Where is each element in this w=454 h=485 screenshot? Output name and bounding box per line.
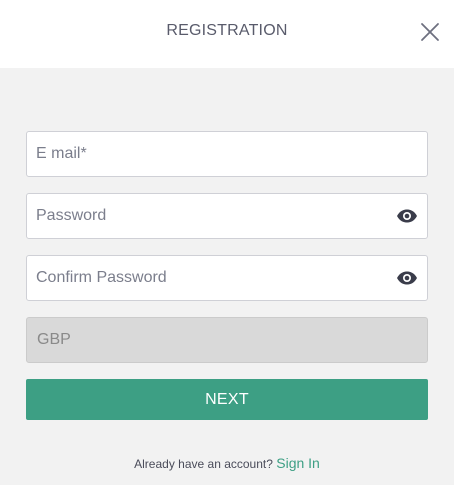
eye-icon[interactable] bbox=[396, 209, 418, 223]
email-field[interactable] bbox=[27, 132, 427, 176]
sign-in-link[interactable]: Sign In bbox=[276, 455, 320, 471]
confirm-password-field[interactable] bbox=[27, 256, 427, 300]
currency-field: GBP bbox=[26, 317, 428, 363]
registration-modal: REGISTRATION GBP NEXT Already have an ac… bbox=[0, 0, 454, 485]
close-icon bbox=[421, 23, 439, 41]
sign-in-prompt-text: Already have an account? bbox=[134, 457, 273, 471]
password-field-wrapper bbox=[26, 193, 428, 239]
email-field-wrapper bbox=[26, 131, 428, 177]
sign-in-prompt: Already have an account? Sign In bbox=[0, 455, 454, 471]
confirm-password-field-wrapper bbox=[26, 255, 428, 301]
close-button[interactable] bbox=[419, 21, 441, 43]
next-button[interactable]: NEXT bbox=[26, 379, 428, 420]
password-field[interactable] bbox=[27, 194, 427, 238]
eye-icon[interactable] bbox=[396, 271, 418, 285]
modal-title: REGISTRATION bbox=[166, 22, 288, 39]
modal-header: REGISTRATION bbox=[0, 0, 454, 68]
